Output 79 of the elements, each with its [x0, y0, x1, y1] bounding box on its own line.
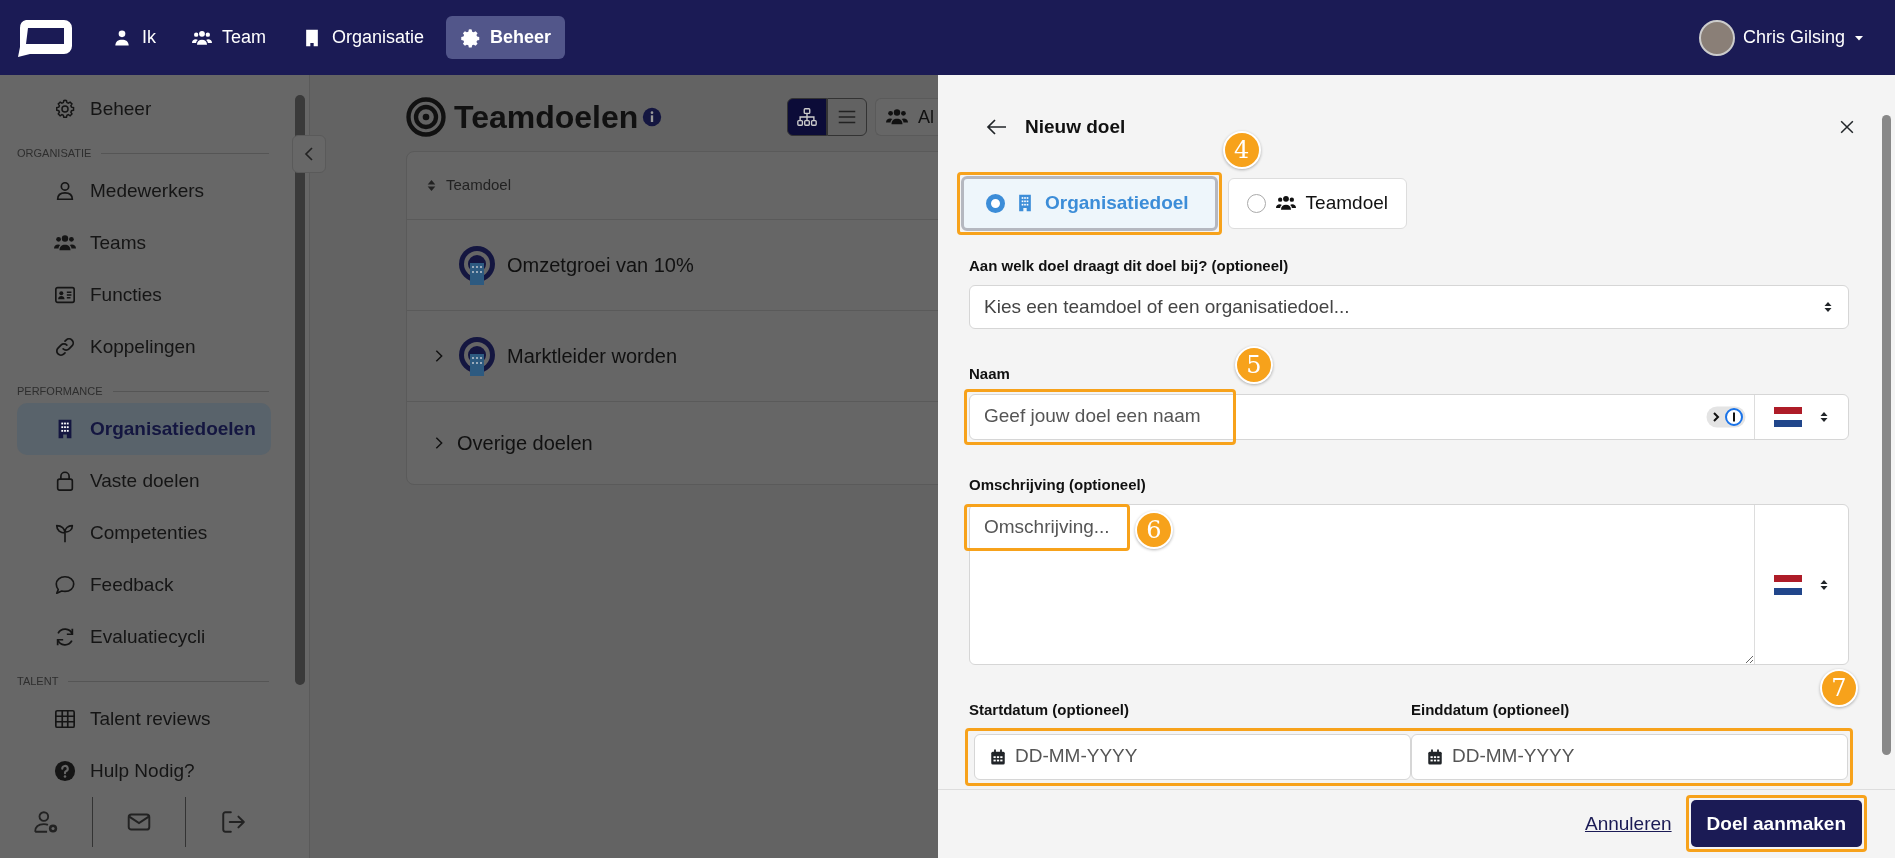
- avatar: [1698, 19, 1735, 56]
- link-icon: [54, 336, 76, 358]
- grid-icon: [54, 708, 76, 730]
- sidebar-item[interactable]: Medewerkers: [17, 165, 271, 217]
- section-heading: ORGANISATIE: [17, 145, 92, 161]
- goal-title[interactable]: Overige doelen: [457, 428, 593, 458]
- column-header[interactable]: Teamdoel: [446, 174, 512, 197]
- callout-badge: 4: [1222, 130, 1261, 169]
- sidebar-item[interactable]: Teams: [17, 217, 271, 269]
- calendar-icon: [1426, 747, 1444, 766]
- nav-tab[interactable]: Team: [178, 16, 281, 59]
- target-icon: [406, 97, 446, 137]
- field-label: Aan welk doel draagt dit doel bij? (optioneel): [969, 255, 1289, 276]
- nav-tab[interactable]: Beheer: [446, 16, 566, 59]
- nav-tab[interactable]: Ik: [98, 16, 170, 59]
- users-icon: [1275, 193, 1296, 213]
- sidebar-item[interactable]: Talent reviews: [17, 693, 271, 745]
- user-menu[interactable]: Chris Gilsing: [1684, 11, 1879, 64]
- calendar-icon: [989, 747, 1007, 766]
- field-label: Naam: [969, 364, 1010, 384]
- goal-title[interactable]: Marktleider worden: [507, 341, 678, 371]
- hierarchy-icon: [796, 106, 818, 128]
- field-label: Omschrijving (optioneel): [969, 474, 1146, 495]
- user-settings-icon[interactable]: [33, 809, 59, 835]
- help-link[interactable]: Hulp Nodig?: [17, 745, 271, 797]
- name-input[interactable]: Geef jouw doel een naam: [970, 394, 1706, 439]
- chat-bubble-icon: [54, 574, 76, 596]
- field-label: Einddatum (optioneel): [1411, 700, 1570, 720]
- cancel-link[interactable]: Annuleren: [1584, 809, 1672, 838]
- radio-button: [1246, 193, 1266, 213]
- view-toggle[interactable]: [827, 98, 867, 136]
- filter-button[interactable]: Al: [875, 98, 938, 136]
- panel-title: Nieuw doel: [1025, 115, 1126, 139]
- field-label: Startdatum (optioneel): [969, 700, 1129, 720]
- date-input[interactable]: DD-MM-YYYY: [1452, 742, 1652, 771]
- refresh-icon: [54, 626, 76, 648]
- create-button[interactable]: Doel aanmaken: [1690, 800, 1862, 848]
- section-heading: PERFORMANCE: [17, 383, 103, 399]
- section-heading: TALENT: [17, 673, 59, 689]
- logo-icon[interactable]: [16, 17, 74, 58]
- sprout-icon: [54, 522, 76, 544]
- sidebar-item[interactable]: Vaste doelen: [17, 455, 271, 507]
- goal-type-option[interactable]: Organisatiedoel: [961, 175, 1218, 231]
- goal-select[interactable]: Kies een teamdoel of een organisatiedoel...: [969, 285, 1849, 329]
- info-icon: [642, 107, 663, 127]
- flag-icon[interactable]: [1773, 406, 1802, 427]
- view-toggle[interactable]: [787, 98, 827, 136]
- sidebar-item[interactable]: Organisatiedoelen: [17, 403, 271, 455]
- date-input[interactable]: DD-MM-YYYY: [1015, 742, 1215, 771]
- sidebar-item[interactable]: Evaluatiecycli: [17, 611, 271, 663]
- lock-icon: [54, 470, 76, 492]
- flag-icon[interactable]: [1773, 574, 1802, 595]
- goal-type-option[interactable]: Teamdoel: [1227, 177, 1407, 229]
- user-icon: [54, 180, 76, 202]
- id-card-icon: [54, 284, 76, 306]
- goal-title[interactable]: Omzetgroei van 10%: [507, 250, 694, 280]
- date-field[interactable]: DD-MM-YYYY: [1411, 733, 1848, 780]
- callout-badge: 7: [1820, 668, 1858, 707]
- settings-icon: [54, 98, 76, 120]
- logout-icon[interactable]: [219, 809, 246, 835]
- goal-badge-icon: [457, 245, 497, 285]
- goal-badge-icon: [457, 336, 497, 376]
- sidebar-item[interactable]: Feedback: [17, 559, 271, 611]
- sidebar-item[interactable]: Beheer: [17, 83, 271, 135]
- settings-icon: [460, 27, 481, 48]
- sort-icon: [1822, 301, 1834, 313]
- radio-button: [986, 193, 1005, 213]
- page-title: Teamdoelen: [454, 98, 639, 137]
- sidebar-item[interactable]: Koppelingen: [17, 321, 271, 373]
- nav-tab[interactable]: Organisatie: [288, 16, 439, 59]
- scrollbar[interactable]: [1882, 115, 1891, 755]
- password-manager-icon[interactable]: [1706, 405, 1746, 428]
- sidebar-item[interactable]: Competenties: [17, 507, 271, 559]
- name-field[interactable]: Geef jouw doel een naam: [969, 393, 1849, 440]
- date-field[interactable]: DD-MM-YYYY: [974, 733, 1411, 780]
- callout-badge: 5: [1235, 345, 1273, 384]
- help-icon: [54, 760, 76, 782]
- sidebar-item[interactable]: Functies: [17, 269, 271, 321]
- scrollbar[interactable]: [295, 95, 305, 685]
